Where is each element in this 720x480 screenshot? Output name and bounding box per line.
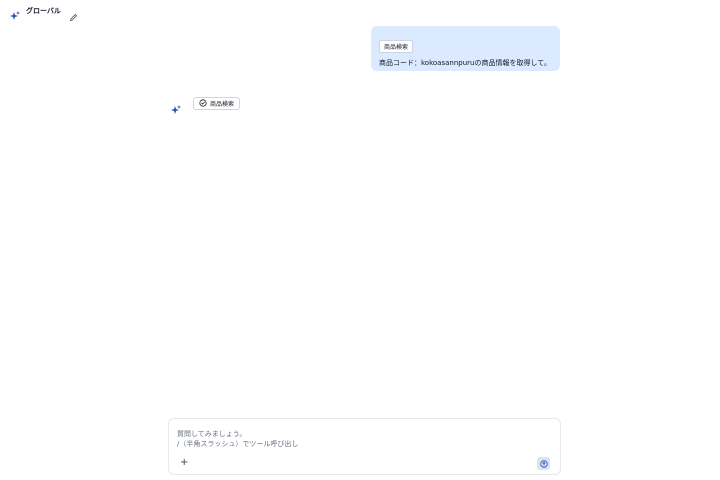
sparkle-icon xyxy=(10,6,20,20)
tool-status-label: 商品検索 xyxy=(210,100,235,108)
tool-status-chip[interactable]: 商品検索 xyxy=(193,96,241,110)
user-message-text: 商品コード：kokoasannpuruの商品情報を取得して。 xyxy=(379,59,552,67)
send-icon xyxy=(539,459,548,468)
conversation-title: グローバル xyxy=(26,7,61,15)
message-composer[interactable]: 質問してみましょう。 /（半角スラッシュ）でツール呼び出し + xyxy=(168,418,561,475)
assistant-message: 商品検索 xyxy=(171,96,241,114)
sparkle-icon xyxy=(171,100,181,114)
tool-tag-chip[interactable]: 商品検索 xyxy=(379,40,414,53)
user-message-bubble: 商品検索 商品コード：kokoasannpuruの商品情報を取得して。 xyxy=(371,26,560,71)
composer-placeholder[interactable]: 質問してみましょう。 /（半角スラッシュ）でツール呼び出し xyxy=(177,429,298,449)
header: グローバル xyxy=(10,4,78,21)
pencil-icon[interactable] xyxy=(69,7,78,21)
send-button[interactable] xyxy=(537,457,550,470)
add-button[interactable]: + xyxy=(180,458,188,468)
check-circle-icon xyxy=(199,99,207,107)
